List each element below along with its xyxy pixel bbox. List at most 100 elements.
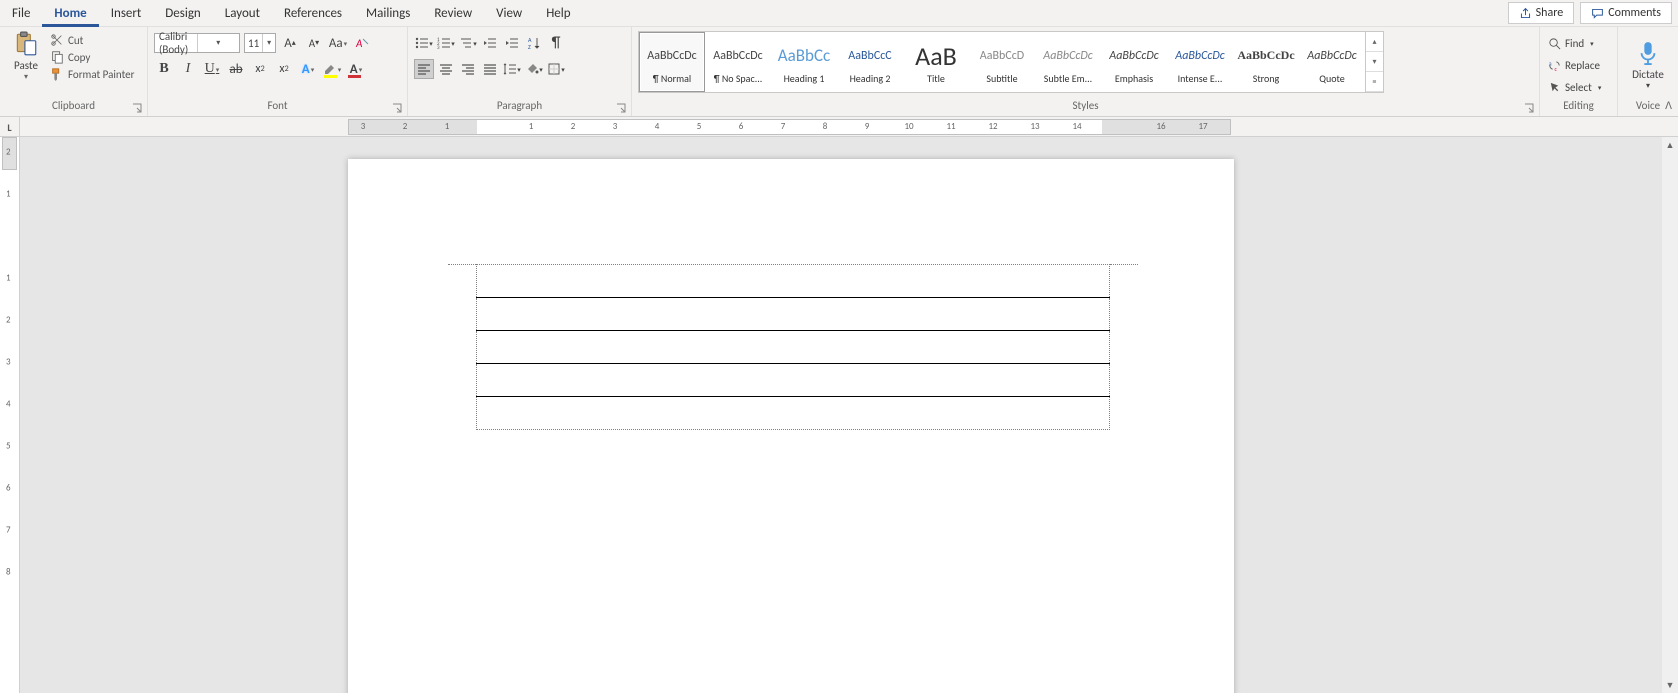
ruler-area: L 32112345678910111213141617 bbox=[0, 117, 1678, 137]
style--no-spac-[interactable]: AaBbCcDc¶ No Spac... bbox=[705, 32, 771, 92]
multilevel-list-button[interactable]: ▾ bbox=[458, 33, 478, 53]
style-title[interactable]: AaBTitle bbox=[903, 32, 969, 92]
microphone-icon bbox=[1637, 40, 1659, 68]
document-table[interactable] bbox=[476, 264, 1110, 430]
gallery-scroll-2[interactable]: ≡ bbox=[1366, 72, 1383, 92]
document-area[interactable] bbox=[20, 137, 1678, 693]
gallery-scroll-0[interactable]: ▴ bbox=[1366, 32, 1383, 52]
text-effects-button[interactable]: A▾ bbox=[298, 59, 318, 79]
shrink-font-button[interactable]: A▾ bbox=[304, 33, 324, 53]
svg-text:1: 1 bbox=[437, 37, 440, 43]
font-dialog-launcher[interactable] bbox=[391, 102, 403, 114]
font-name-combo[interactable]: Calibri (Body)▾ bbox=[154, 33, 240, 53]
table-cell[interactable] bbox=[477, 298, 1110, 331]
table-cell[interactable] bbox=[477, 265, 1110, 298]
tab-references[interactable]: References bbox=[272, 0, 354, 27]
document-page[interactable] bbox=[348, 159, 1234, 693]
styles-dialog-launcher[interactable] bbox=[1523, 102, 1535, 114]
comment-icon bbox=[1591, 7, 1604, 20]
justify-button[interactable] bbox=[480, 59, 500, 79]
tab-layout[interactable]: Layout bbox=[213, 0, 272, 27]
table-cell[interactable] bbox=[477, 331, 1110, 364]
shading-button[interactable]: ▾ bbox=[524, 59, 544, 79]
line-spacing-button[interactable]: ▾ bbox=[502, 59, 522, 79]
style--normal[interactable]: AaBbCcDc¶ Normal bbox=[639, 32, 705, 92]
group-paragraph: ▾ 123▾ ▾ AZ ¶ ▾ ▾ ▾ Paragraph bbox=[408, 27, 632, 116]
tab-insert[interactable]: Insert bbox=[99, 0, 154, 27]
decrease-indent-button[interactable] bbox=[480, 33, 500, 53]
horizontal-ruler[interactable]: 32112345678910111213141617 bbox=[348, 119, 1231, 135]
styles-gallery: AaBbCcDc¶ NormalAaBbCcDc¶ No Spac...AaBb… bbox=[638, 31, 1384, 93]
group-clipboard: Paste ▾ Cut Copy Format Painter Clipboar… bbox=[0, 27, 148, 116]
tab-mailings[interactable]: Mailings bbox=[354, 0, 422, 27]
clear-formatting-button[interactable]: A bbox=[352, 33, 372, 53]
borders-button[interactable]: ▾ bbox=[546, 59, 566, 79]
align-left-button[interactable] bbox=[414, 59, 434, 79]
select-button[interactable]: Select▾ bbox=[1546, 77, 1603, 97]
numbering-button[interactable]: 123▾ bbox=[436, 33, 456, 53]
document-workspace: 2112345678 bbox=[0, 137, 1678, 693]
group-editing: Find▾ acReplace Select▾ Editing bbox=[1540, 27, 1618, 116]
show-paragraph-marks-button[interactable]: ¶ bbox=[546, 33, 566, 53]
align-center-icon bbox=[439, 62, 453, 76]
strikethrough-button[interactable]: ab bbox=[226, 59, 246, 79]
style-heading-2[interactable]: AaBbCcCHeading 2 bbox=[837, 32, 903, 92]
tab-file[interactable]: File bbox=[0, 0, 42, 27]
bullets-button[interactable]: ▾ bbox=[414, 33, 434, 53]
clipboard-dialog-launcher[interactable] bbox=[131, 102, 143, 114]
tab-design[interactable]: Design bbox=[153, 0, 212, 27]
scroll-up-button[interactable]: ▲ bbox=[1662, 137, 1678, 153]
grow-font-button[interactable]: A▴ bbox=[280, 33, 300, 53]
style-quote[interactable]: AaBbCcDcQuote bbox=[1299, 32, 1365, 92]
vertical-scrollbar[interactable]: ▲ ▼ bbox=[1662, 137, 1678, 693]
tab-selector[interactable]: L bbox=[0, 117, 20, 137]
style-emphasis[interactable]: AaBbCcDcEmphasis bbox=[1101, 32, 1167, 92]
font-color-button[interactable]: A▾ bbox=[346, 59, 366, 79]
paragraph-dialog-launcher[interactable] bbox=[615, 102, 627, 114]
dictate-button[interactable]: Dictate ▾ bbox=[1624, 29, 1672, 98]
align-center-button[interactable] bbox=[436, 59, 456, 79]
underline-button[interactable]: U▾ bbox=[202, 59, 222, 79]
format-painter-button[interactable]: Format Painter bbox=[50, 67, 134, 81]
tab-view[interactable]: View bbox=[484, 0, 534, 27]
eraser-icon: A bbox=[354, 35, 370, 51]
sort-button[interactable]: AZ bbox=[524, 33, 544, 53]
align-right-button[interactable] bbox=[458, 59, 478, 79]
comments-button[interactable]: Comments bbox=[1580, 2, 1672, 24]
replace-button[interactable]: acReplace bbox=[1546, 55, 1602, 75]
align-right-icon bbox=[461, 62, 475, 76]
paste-button[interactable]: Paste ▾ bbox=[6, 29, 46, 82]
collapse-ribbon-button[interactable]: ᐱ bbox=[1665, 99, 1672, 112]
scroll-down-button[interactable]: ▼ bbox=[1662, 677, 1678, 693]
highlight-button[interactable]: ▾ bbox=[322, 59, 342, 79]
superscript-button[interactable]: x2 bbox=[274, 59, 294, 79]
style-intense-e-[interactable]: AaBbCcDcIntense E... bbox=[1167, 32, 1233, 92]
style-heading-1[interactable]: AaBbCcHeading 1 bbox=[771, 32, 837, 92]
indent-icon bbox=[505, 36, 519, 50]
font-size-combo[interactable]: 11▾ bbox=[244, 33, 276, 53]
subscript-button[interactable]: x2 bbox=[250, 59, 270, 79]
increase-indent-button[interactable] bbox=[502, 33, 522, 53]
cut-button[interactable]: Cut bbox=[50, 33, 134, 47]
group-styles: AaBbCcDc¶ NormalAaBbCcDc¶ No Spac...AaBb… bbox=[632, 27, 1540, 116]
style-strong[interactable]: AaBbCcDcStrong bbox=[1233, 32, 1299, 92]
tab-home[interactable]: Home bbox=[42, 0, 98, 27]
vertical-ruler[interactable]: 2112345678 bbox=[0, 137, 20, 693]
bold-button[interactable]: B bbox=[154, 59, 174, 79]
group-font: Calibri (Body)▾ 11▾ A▴ A▾ Aa▾ A B I U▾ a… bbox=[148, 27, 408, 116]
style-subtle-em-[interactable]: AaBbCcDcSubtle Em... bbox=[1035, 32, 1101, 92]
tab-help[interactable]: Help bbox=[534, 0, 582, 27]
find-button[interactable]: Find▾ bbox=[1546, 33, 1596, 53]
copy-button[interactable]: Copy bbox=[50, 50, 134, 64]
align-left-icon bbox=[417, 62, 431, 76]
table-cell[interactable] bbox=[477, 364, 1110, 397]
chevron-down-icon: ▾ bbox=[197, 34, 240, 52]
table-cell[interactable] bbox=[477, 397, 1110, 430]
line-spacing-icon bbox=[503, 62, 517, 76]
tab-review[interactable]: Review bbox=[422, 0, 484, 27]
style-subtitle[interactable]: AaBbCcDSubtitle bbox=[969, 32, 1035, 92]
gallery-scroll-1[interactable]: ▾ bbox=[1366, 52, 1383, 72]
italic-button[interactable]: I bbox=[178, 59, 198, 79]
share-button[interactable]: Share bbox=[1508, 2, 1575, 24]
change-case-button[interactable]: Aa▾ bbox=[328, 33, 348, 53]
